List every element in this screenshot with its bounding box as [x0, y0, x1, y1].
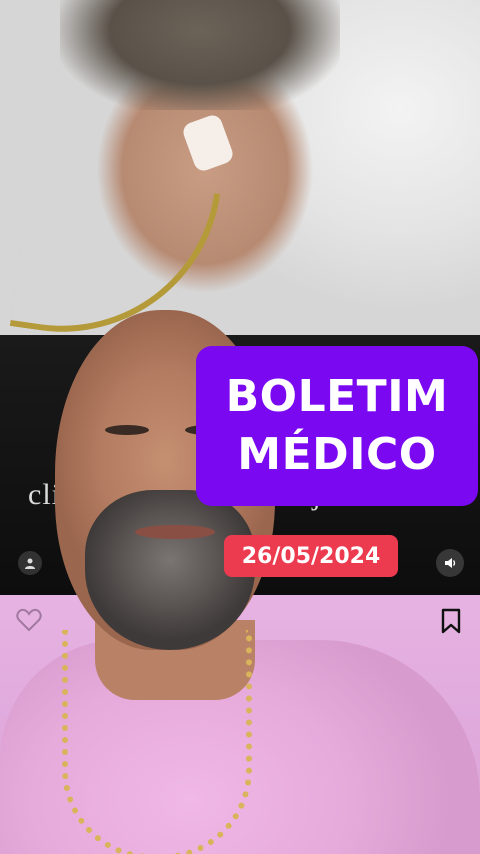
hospital-photo [0, 0, 480, 353]
hair [60, 0, 340, 110]
mouth [135, 525, 215, 539]
title-line-1: BOLETIM [225, 371, 449, 422]
title-line-2: MÉDICO [237, 429, 437, 480]
heart-icon[interactable] [16, 608, 42, 632]
gold-chain [62, 630, 252, 854]
left-eye [105, 425, 149, 435]
speaker-icon[interactable] [436, 549, 464, 577]
date-badge: 26/05/2024 [224, 535, 398, 577]
title-card: BOLETIM MÉDICO [196, 346, 478, 506]
nasal-tape [180, 112, 236, 174]
user-icon[interactable] [18, 551, 42, 575]
bookmark-icon[interactable] [440, 608, 462, 634]
